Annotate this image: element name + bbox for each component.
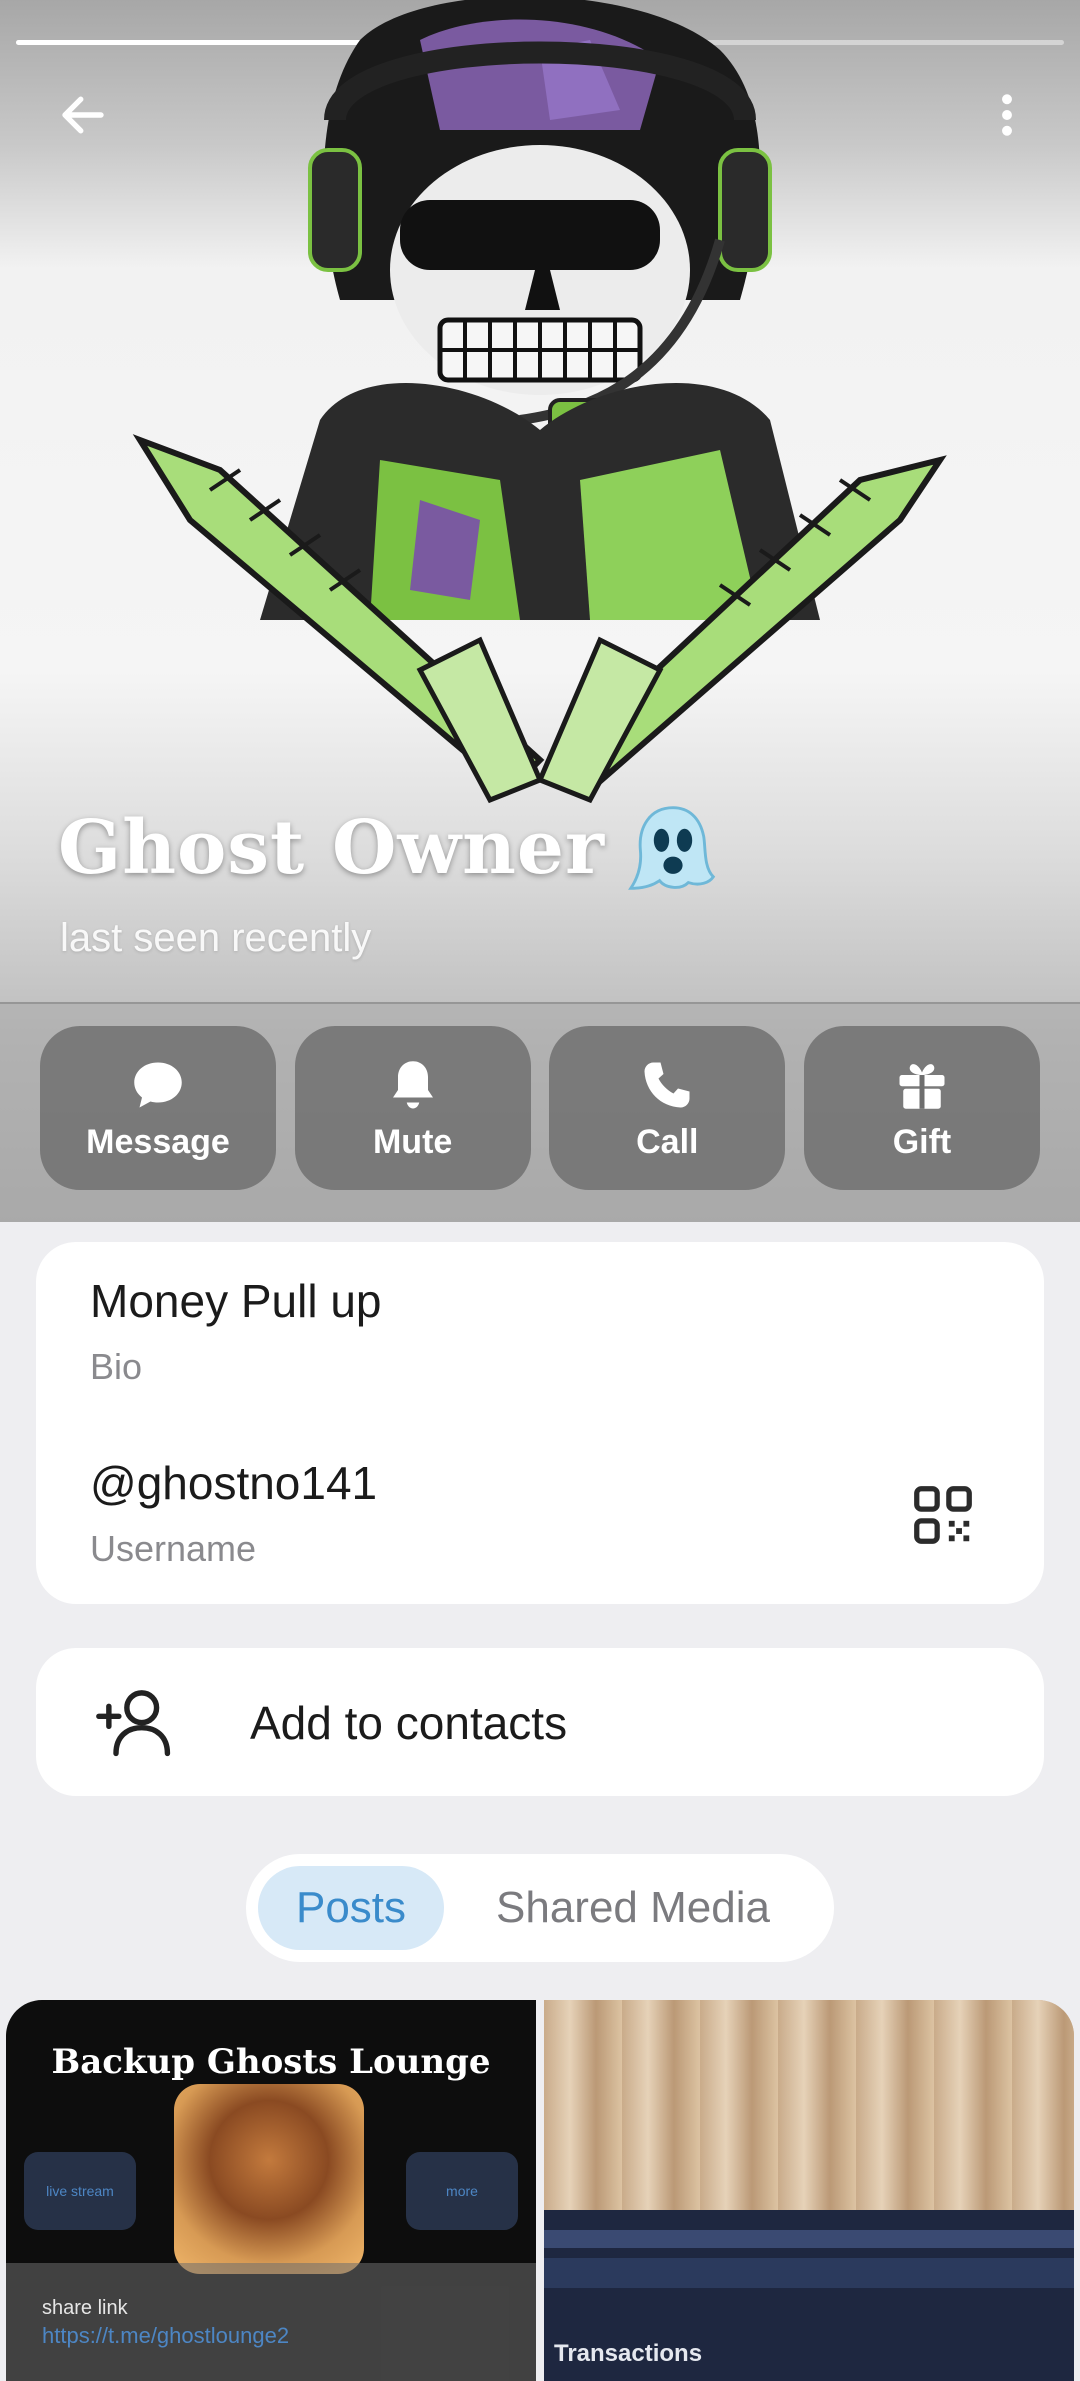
message-button-label: Message <box>86 1122 230 1161</box>
bell-icon <box>392 1060 433 1108</box>
tab-posts[interactable]: Posts <box>258 1866 444 1950</box>
arrow-left-icon <box>62 96 104 134</box>
post-share-panel: share link https://t.me/ghostlounge2 <box>6 2263 536 2381</box>
chat-bubble-icon <box>134 1062 182 1107</box>
profile-name: Ghost Owner <box>58 805 605 891</box>
laptop-tabs-bar <box>544 2258 1074 2288</box>
profile-info-card: Money Pull up Bio @ghostno141 Username <box>36 1242 1044 1604</box>
action-bar: Message Mute Call Gift <box>0 1002 1080 1222</box>
post-laptop-screen: Transactions <box>544 2210 1074 2381</box>
ghost-emoji-icon <box>628 806 716 890</box>
bio-label: Bio <box>90 1346 143 1387</box>
laptop-bookmarks-bar <box>544 2230 1074 2248</box>
gift-button-label: Gift <box>892 1122 952 1161</box>
last-seen-status: last seen recently <box>60 916 372 960</box>
username-label: Username <box>90 1528 257 1569</box>
post-live-stream-label: live stream <box>46 2183 114 2199</box>
profile-photo[interactable] <box>120 0 960 820</box>
qr-code-icon <box>914 1486 972 1544</box>
add-to-contacts-button[interactable]: Add to contacts <box>36 1648 1044 1796</box>
more-options-button[interactable] <box>962 70 1052 160</box>
post-more-label: more <box>446 2183 478 2199</box>
posts-grid: Backup Ghosts Lounge live stream more sh… <box>6 2000 1074 2381</box>
call-button-label: Call <box>636 1122 699 1161</box>
post-live-stream-chip: live stream <box>24 2152 136 2230</box>
gift-icon <box>899 1063 945 1109</box>
gift-button[interactable]: Gift <box>803 1026 1040 1190</box>
share-link-label: share link <box>42 2297 128 2319</box>
profile-header: Ghost Owner last seen recently Message M… <box>0 0 1080 1222</box>
qr-code-button[interactable] <box>908 1480 978 1550</box>
back-button[interactable] <box>38 70 128 160</box>
post-more-chip: more <box>406 2152 518 2230</box>
tab-shared-media[interactable]: Shared Media <box>444 1866 822 1950</box>
mute-button[interactable]: Mute <box>294 1026 531 1190</box>
add-to-contacts-label: Add to contacts <box>250 1697 568 1749</box>
media-tabs: Posts Shared Media <box>246 1854 834 1962</box>
laptop-page-title: Transactions <box>554 2340 703 2367</box>
post-dog-photo <box>174 2084 364 2274</box>
share-link-url: https://t.me/ghostlounge2 <box>42 2323 290 2348</box>
add-person-icon <box>96 1690 171 1757</box>
phone-icon <box>644 1062 690 1107</box>
post-thumbnail[interactable]: Transactions <box>544 2000 1074 2381</box>
username-text[interactable]: @ghostno141 <box>90 1456 377 1510</box>
post-thumbnail[interactable]: Backup Ghosts Lounge live stream more sh… <box>6 2000 536 2381</box>
call-button[interactable]: Call <box>549 1026 786 1190</box>
mute-button-label: Mute <box>372 1122 453 1161</box>
bio-text[interactable]: Money Pull up <box>90 1274 382 1328</box>
post-title: Backup Ghosts Lounge <box>51 2042 491 2082</box>
message-button[interactable]: Message <box>40 1026 276 1190</box>
profile-name-row: Ghost Owner <box>58 800 721 896</box>
vertical-dots-icon <box>1002 94 1012 136</box>
